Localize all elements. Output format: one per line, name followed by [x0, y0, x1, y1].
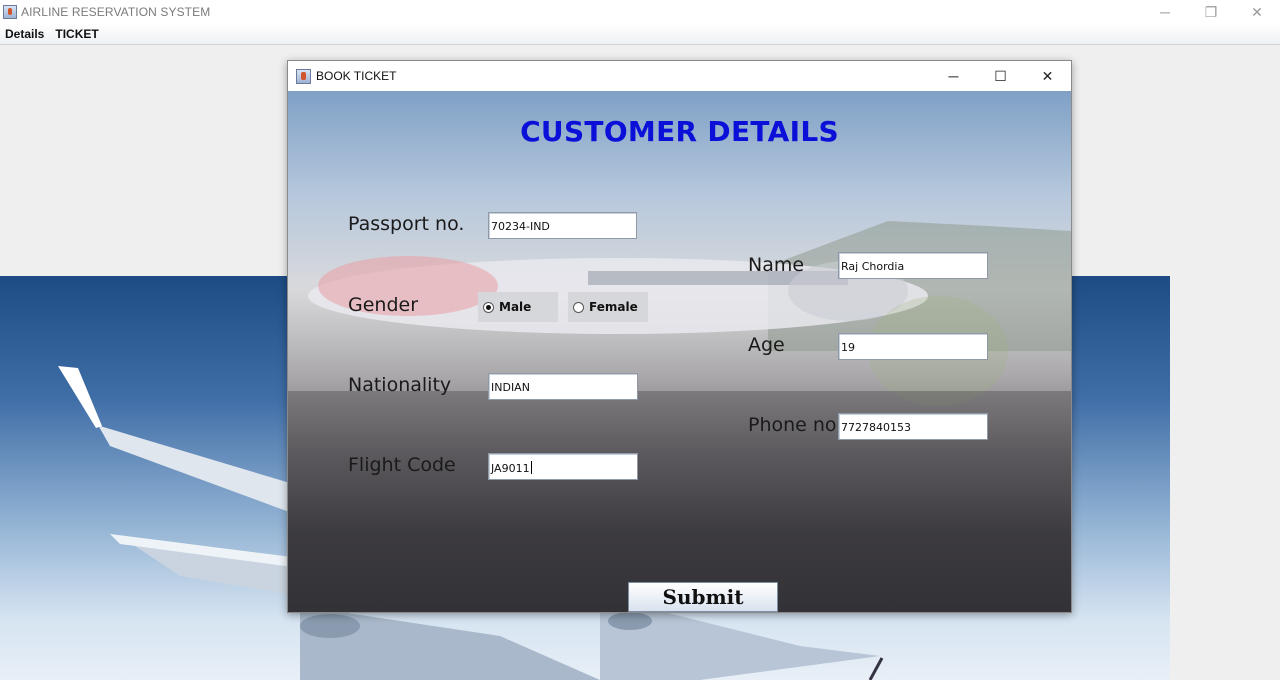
dialog-minimize-button[interactable]: ─	[930, 61, 977, 91]
submit-button[interactable]: Submit	[628, 582, 778, 612]
phone-input[interactable]: 7727840153	[838, 413, 988, 440]
name-label: Name	[748, 254, 805, 276]
nationality-input[interactable]: INDIAN	[488, 373, 638, 400]
dialog-controls: ─ ☐ ✕	[930, 61, 1071, 91]
window-controls: ─ ❐ ✕	[1142, 0, 1280, 24]
radio-selected-icon	[483, 301, 494, 313]
book-ticket-title-bar[interactable]: BOOK TICKET ─ ☐ ✕	[288, 61, 1071, 91]
phone-label: Phone no	[748, 414, 837, 436]
gender-female-radio[interactable]: Female	[568, 292, 648, 322]
gender-male-radio[interactable]: Male	[478, 292, 558, 322]
java-app-icon	[3, 5, 17, 19]
gender-male-label: Male	[499, 300, 532, 314]
nationality-label: Nationality	[348, 374, 452, 396]
text-caret	[530, 461, 532, 474]
gender-label: Gender	[348, 294, 419, 316]
radio-unselected-icon	[573, 301, 584, 313]
window-title: AIRLINE RESERVATION SYSTEM	[21, 5, 211, 19]
close-button[interactable]: ✕	[1234, 0, 1280, 24]
menu-bar: Details TICKET	[0, 24, 1280, 45]
form-panel: CUSTOMER DETAILS Passport no. 70234-IND …	[288, 91, 1071, 612]
passport-input[interactable]: 70234-IND	[488, 212, 637, 239]
flight-code-label: Flight Code	[348, 454, 456, 476]
age-label: Age	[748, 334, 785, 356]
java-app-icon	[296, 68, 311, 84]
menu-details[interactable]: Details	[0, 27, 50, 41]
minimize-button[interactable]: ─	[1142, 0, 1188, 24]
restore-button[interactable]: ❐	[1188, 0, 1234, 24]
main-title-bar: AIRLINE RESERVATION SYSTEM ─ ❐ ✕	[0, 0, 1280, 24]
flight-code-value: JA9011	[491, 462, 530, 475]
menu-ticket[interactable]: TICKET	[50, 27, 104, 41]
dialog-close-button[interactable]: ✕	[1024, 61, 1071, 91]
gender-female-label: Female	[589, 300, 638, 314]
book-ticket-window: BOOK TICKET ─ ☐ ✕ CUSTOMER DETAILS Passp…	[287, 60, 1072, 613]
flight-code-input[interactable]: JA9011	[488, 453, 638, 480]
age-input[interactable]: 19	[838, 333, 988, 360]
dialog-maximize-button[interactable]: ☐	[977, 61, 1024, 91]
customer-details-heading: CUSTOMER DETAILS	[520, 115, 839, 148]
dialog-title: BOOK TICKET	[316, 69, 397, 83]
name-input[interactable]: Raj Chordia	[838, 252, 988, 279]
passport-label: Passport no.	[348, 213, 465, 235]
